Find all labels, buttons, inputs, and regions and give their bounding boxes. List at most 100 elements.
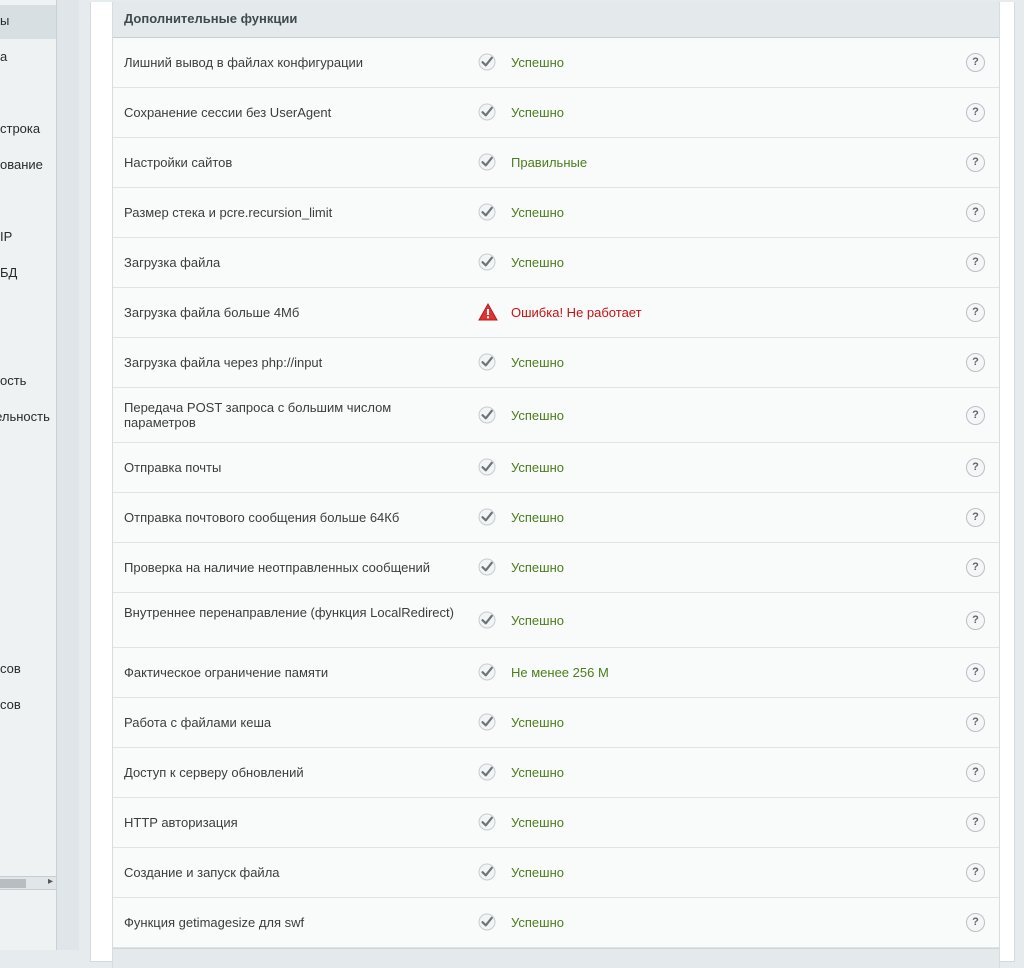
- check-label: Доступ к серверу обновлений: [124, 765, 304, 780]
- check-status: Правильные: [511, 155, 588, 170]
- check-status: Успешно: [511, 613, 564, 628]
- check-label: Фактическое ограничение памяти: [124, 665, 329, 680]
- check-status: Успешно: [511, 915, 564, 930]
- sidebar-item[interactable]: БД: [0, 265, 17, 280]
- sidebar-item-label: БД: [0, 265, 18, 280]
- sidebar-item-label: сов: [0, 697, 21, 712]
- check-row: Функция getimagesize для swf Успешно?: [113, 898, 999, 948]
- check-label: Настройки сайтов: [124, 155, 233, 170]
- check-row: Отправка почтового сообщения больше 64Кб…: [113, 493, 999, 543]
- check-row: Фактическое ограничение памяти Не менее 2…: [113, 648, 999, 698]
- check-icon: [478, 53, 496, 71]
- check-label: Загрузка файла через php://input: [124, 355, 323, 370]
- check-label: Передача POST запроса с большим числом п…: [124, 400, 392, 430]
- help-icon[interactable]: ?: [966, 153, 985, 172]
- help-icon[interactable]: ?: [966, 863, 985, 882]
- check-icon: [478, 763, 496, 781]
- help-icon[interactable]: ?: [966, 53, 985, 72]
- sidebar-item[interactable]: а: [0, 49, 7, 64]
- sidebar-item[interactable]: IP: [0, 229, 12, 244]
- check-row: Передача POST запроса с большим числом п…: [113, 388, 999, 443]
- help-icon[interactable]: ?: [966, 303, 985, 322]
- check-icon: [478, 203, 496, 221]
- scrollbar-thumb[interactable]: [0, 879, 26, 888]
- check-status: Успешно: [511, 865, 564, 880]
- check-row: Доступ к серверу обновлений Успешно?: [113, 748, 999, 798]
- help-icon[interactable]: ?: [966, 763, 985, 782]
- check-row: Загрузка файла Успешно?: [113, 238, 999, 288]
- help-icon[interactable]: ?: [966, 663, 985, 682]
- check-icon: [478, 508, 496, 526]
- sidebar-item[interactable]: ы: [0, 13, 9, 28]
- check-status: Успешно: [511, 55, 564, 70]
- check-row: Размер стека и pcre.recursion_limit Успеш…: [113, 188, 999, 238]
- check-icon: [478, 813, 496, 831]
- check-status: Успешно: [511, 408, 564, 423]
- left-sidebar: ы а строка ование IP БД ость ительность сов сов ▸: [0, 0, 57, 950]
- sidebar-item-label: сов: [0, 661, 21, 676]
- additional-functions-section: Дополнительные функции Лишний вывод в фа…: [112, 2, 1000, 968]
- sidebar-item[interactable]: сов: [0, 661, 21, 676]
- sidebar-item[interactable]: ование: [0, 157, 43, 172]
- sidebar-item-label: ование: [0, 157, 43, 172]
- check-row: Работа с файлами кеша Успешно?: [113, 698, 999, 748]
- check-row: Внутреннее перенаправление (функция Loca…: [113, 593, 999, 648]
- check-icon: [478, 406, 496, 424]
- content-panel: Дополнительные функции Лишний вывод в фа…: [90, 2, 1015, 968]
- sidebar-item[interactable]: ительность: [0, 409, 50, 424]
- check-status: Успешно: [511, 105, 564, 120]
- scroll-right-arrow-icon[interactable]: ▸: [48, 876, 53, 887]
- section-footer: [113, 948, 999, 968]
- check-row: Загрузка файла через php://input Успешно?: [113, 338, 999, 388]
- help-icon[interactable]: ?: [966, 103, 985, 122]
- sidebar-item-label: строка: [0, 121, 41, 136]
- help-icon[interactable]: ?: [966, 253, 985, 272]
- sidebar-item[interactable]: строка: [0, 121, 40, 136]
- check-label: Отправка почтового сообщения больше 64Кб: [124, 510, 400, 525]
- check-icon: [478, 611, 496, 629]
- check-label: Лишний вывод в файлах конфигурации: [124, 55, 364, 70]
- help-icon[interactable]: ?: [966, 813, 985, 832]
- check-icon: [478, 253, 496, 271]
- check-row: Настройки сайтов Правильные?: [113, 138, 999, 188]
- sidebar-item-label: ы: [0, 13, 10, 28]
- check-status: Успешно: [511, 510, 564, 525]
- help-icon[interactable]: ?: [966, 203, 985, 222]
- sidebar-resize-gutter[interactable]: [57, 0, 79, 950]
- help-icon[interactable]: ?: [966, 913, 985, 932]
- help-icon[interactable]: ?: [966, 508, 985, 527]
- sidebar-horizontal-scrollbar[interactable]: ▸: [0, 876, 56, 890]
- help-icon[interactable]: ?: [966, 353, 985, 372]
- check-status: Ошибка! Не работает: [511, 305, 642, 320]
- check-label: Работа с файлами кеша: [124, 715, 272, 730]
- check-icon: [478, 103, 496, 121]
- check-icon: [478, 353, 496, 371]
- check-status: Успешно: [511, 815, 564, 830]
- help-icon[interactable]: ?: [966, 458, 985, 477]
- check-label: Создание и запуск файла: [124, 865, 280, 880]
- check-icon: [478, 663, 496, 681]
- section-title: Дополнительные функции: [113, 2, 999, 38]
- help-icon[interactable]: ?: [966, 558, 985, 577]
- check-label: Функция getimagesize для swf: [124, 915, 305, 930]
- check-status: Успешно: [511, 560, 564, 575]
- check-icon: [478, 558, 496, 576]
- check-status: Успешно: [511, 255, 564, 270]
- help-icon[interactable]: ?: [966, 406, 985, 425]
- main-content: Дополнительные функции Лишний вывод в фа…: [79, 0, 1024, 968]
- check-row: Создание и запуск файла Успешно?: [113, 848, 999, 898]
- help-icon[interactable]: ?: [966, 713, 985, 732]
- sidebar-item-label: ость: [0, 373, 27, 388]
- check-row: Проверка на наличие неотправленных сообщ…: [113, 543, 999, 593]
- check-row: Загрузка файла больше 4Мб Ошибка! Не рабо…: [113, 288, 999, 338]
- check-label: Отправка почты: [124, 460, 222, 475]
- check-label: Внутреннее перенаправление (функция Loca…: [124, 605, 454, 620]
- sidebar-item[interactable]: сов: [0, 697, 21, 712]
- help-icon[interactable]: ?: [966, 611, 985, 630]
- check-row: Отправка почты Успешно?: [113, 443, 999, 493]
- sidebar-item[interactable]: ость: [0, 373, 26, 388]
- check-icon: [478, 713, 496, 731]
- sidebar-item-label: а: [0, 49, 8, 64]
- check-status: Успешно: [511, 765, 564, 780]
- check-status: Не менее 256 М: [511, 665, 609, 680]
